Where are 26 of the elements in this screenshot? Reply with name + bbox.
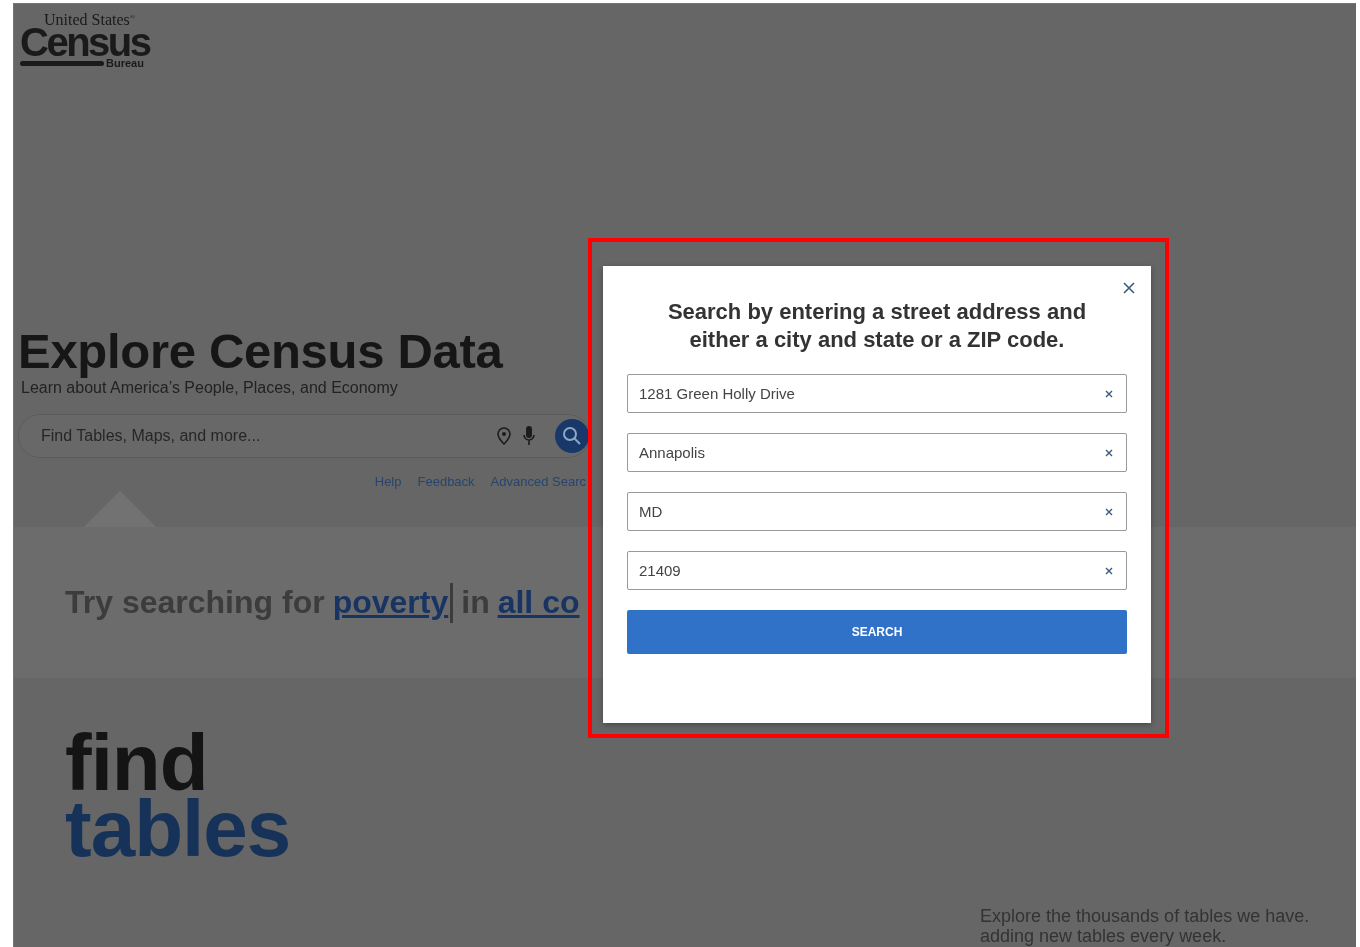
clear-button[interactable] [1103, 388, 1115, 400]
text-field[interactable]: 21409 [627, 551, 1127, 590]
search-bar[interactable]: Find Tables, Maps, and more... [18, 414, 590, 458]
tables-heading: tables [65, 795, 292, 862]
page-subtitle: Learn about America’s People, Places, and Economy [21, 379, 398, 398]
text-cursor [450, 582, 454, 623]
search-button[interactable] [555, 419, 589, 453]
close-button[interactable] [1121, 280, 1137, 296]
search-button[interactable]: SEARCH [627, 610, 1127, 654]
search-link[interactable]: Help [374, 474, 402, 489]
scope-link[interactable]: all co [497, 584, 580, 621]
text-field[interactable]: MD [627, 492, 1127, 531]
clear-button[interactable] [1103, 565, 1115, 577]
search-field[interactable]: Find Tables, Maps, and more... [39, 426, 497, 446]
topic-link[interactable]: poverty [332, 584, 449, 621]
search-link[interactable]: Feedback [417, 474, 475, 489]
dialog-title: Search by entering a street address and either a city and state or a ZIP code. [666, 298, 1088, 354]
clear-button[interactable] [1103, 506, 1115, 518]
text-field[interactable]: Annapolis [627, 433, 1127, 472]
microphone-icon[interactable] [523, 426, 535, 446]
search-icon [562, 426, 582, 446]
search-link[interactable]: Advanced Searc [490, 474, 586, 489]
text-field[interactable]: 1281 Green Holly Drive [627, 374, 1127, 413]
clear-button[interactable] [1103, 447, 1115, 459]
location-pin-icon[interactable] [497, 427, 511, 445]
find-heading: find [65, 730, 208, 796]
